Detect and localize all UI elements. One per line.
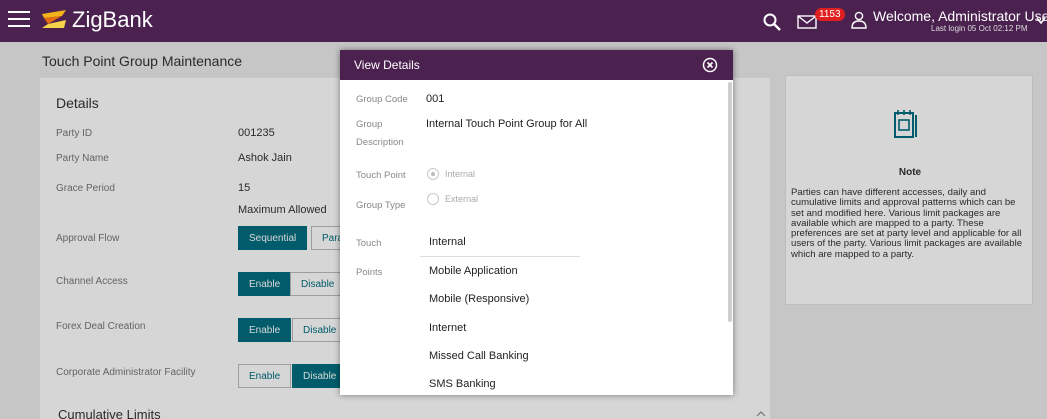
user-icon[interactable] — [850, 11, 868, 29]
external-radio-label: External — [445, 194, 479, 204]
top-navigation-bar: ZigBank 1153 Welcome, Administrator User… — [0, 0, 1047, 42]
group-type-label: Group Type — [356, 200, 406, 211]
last-login-text: Last login 05 Oct 02:12 PM — [931, 24, 1028, 33]
zigbank-logo-icon — [42, 10, 66, 28]
touch-point-label: Touch Point — [356, 170, 406, 181]
group-description-label: Group — [356, 119, 383, 130]
touch-point-item: Mobile (Responsive) — [429, 293, 530, 305]
menu-icon[interactable] — [8, 11, 30, 29]
view-details-modal: View Details Group Code 001 Group Descri… — [340, 50, 733, 395]
welcome-text[interactable]: Welcome, Administrator User — [873, 8, 1047, 24]
search-icon[interactable] — [762, 12, 782, 32]
touch-points-label-line2: Points — [356, 267, 383, 278]
group-code-label: Group Code — [356, 94, 408, 105]
touch-point-item: Internal — [429, 236, 466, 248]
modal-title: View Details — [354, 58, 420, 72]
touch-point-item: Internet — [429, 322, 467, 334]
brand-name: ZigBank — [72, 7, 153, 32]
close-icon[interactable] — [702, 57, 718, 73]
group-description-label-line2: Description — [356, 137, 404, 148]
divider — [420, 256, 580, 257]
touch-point-item: Missed Call Banking — [429, 350, 529, 362]
external-radio[interactable] — [427, 193, 439, 205]
modal-scrollbar[interactable] — [728, 82, 732, 322]
internal-radio[interactable] — [427, 168, 439, 180]
chevron-down-icon[interactable] — [1036, 16, 1046, 26]
touch-points-label: Touch — [356, 238, 382, 249]
touch-point-item: SMS Banking — [429, 378, 496, 390]
modal-header: View Details — [340, 50, 733, 80]
mail-icon[interactable] — [797, 14, 817, 30]
notification-badge: 1153 — [815, 8, 845, 21]
touch-point-item: Mobile Application — [429, 265, 518, 277]
internal-radio-label: Internal — [445, 169, 476, 179]
group-description-value: Internal Touch Point Group for All — [426, 118, 588, 130]
group-code-value: 001 — [426, 93, 445, 105]
